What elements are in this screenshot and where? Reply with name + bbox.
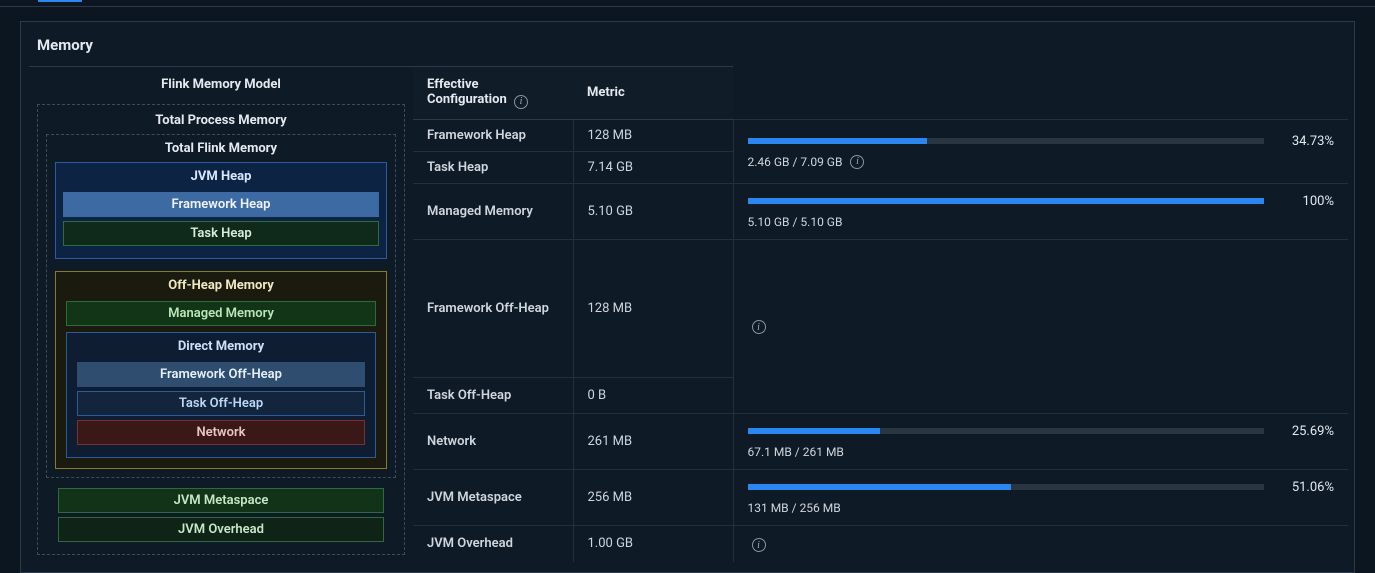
total-process-memory-box: Total Process Memory Total Flink Memory …: [37, 104, 405, 555]
metaspace-label: JVM Metaspace: [413, 469, 573, 525]
task-off-heap-config: 0 B: [573, 377, 733, 413]
model-header: Flink Memory Model: [29, 67, 413, 102]
network-label: Network: [413, 413, 573, 469]
task-heap-config: 7.14 GB: [573, 151, 733, 183]
managed-usage-text: 5.10 GB / 5.10 GB: [748, 215, 1335, 229]
network-usage-text: 67.1 MB / 261 MB: [748, 445, 1335, 459]
tab-indicator: [0, 0, 1375, 7]
panel-title: Memory: [21, 22, 1354, 66]
framework-off-heap-config: 128 MB: [573, 239, 733, 377]
managed-percent: 100%: [1278, 194, 1334, 209]
framework-off-heap-chip: Framework Off-Heap: [77, 362, 365, 387]
jvm-heap-label: JVM Heap: [63, 167, 379, 188]
heap-percent: 34.73%: [1278, 134, 1334, 149]
info-icon[interactable]: i: [752, 538, 766, 552]
network-chip: Network: [77, 420, 365, 445]
config-header: Effective Configuration i: [413, 67, 573, 120]
heap-usage-text: 2.46 GB / 7.09 GB: [748, 155, 843, 169]
info-icon[interactable]: i: [752, 320, 766, 334]
network-percent: 25.69%: [1278, 424, 1334, 439]
framework-heap-chip: Framework Heap: [63, 192, 379, 217]
managed-memory-config: 5.10 GB: [573, 183, 733, 239]
managed-memory-label: Managed Memory: [413, 183, 573, 239]
metaspace-percent: 51.06%: [1278, 480, 1334, 495]
memory-table: Effective Configuration i Metric Framewo…: [413, 66, 1348, 562]
managed-memory-chip: Managed Memory: [66, 301, 376, 326]
task-heap-chip: Task Heap: [63, 221, 379, 246]
jvm-metaspace-chip: JVM Metaspace: [58, 488, 384, 513]
total-flink-memory-box: Total Flink Memory JVM Heap Framework He…: [46, 134, 396, 478]
off-heap-box: Off-Heap Memory Managed Memory Direct Me…: [55, 271, 387, 469]
framework-off-heap-label: Framework Off-Heap: [413, 239, 573, 377]
metric-header: Metric: [573, 67, 733, 120]
info-icon[interactable]: i: [850, 155, 864, 169]
network-config: 261 MB: [573, 413, 733, 469]
direct-memory-box: Direct Memory Framework Off-Heap Task Of…: [66, 332, 376, 458]
direct-memory-label: Direct Memory: [77, 337, 365, 358]
jvm-heap-box: JVM Heap Framework Heap Task Heap: [55, 162, 387, 259]
task-off-heap-label: Task Off-Heap: [413, 377, 573, 413]
metaspace-progress-bar: [748, 484, 1265, 490]
total-flink-memory-label: Total Flink Memory: [55, 139, 387, 162]
metaspace-config: 256 MB: [573, 469, 733, 525]
task-heap-label: Task Heap: [413, 151, 573, 183]
task-off-heap-chip: Task Off-Heap: [77, 391, 365, 416]
heap-progress-bar: [748, 138, 1265, 144]
off-heap-label: Off-Heap Memory: [66, 276, 376, 297]
overhead-label: JVM Overhead: [413, 525, 573, 562]
jvm-overhead-chip: JVM Overhead: [58, 517, 384, 542]
framework-heap-config: 128 MB: [573, 119, 733, 151]
total-process-memory-label: Total Process Memory: [46, 111, 396, 134]
network-progress-bar: [748, 428, 1265, 434]
info-icon[interactable]: i: [514, 95, 528, 109]
managed-progress-bar: [748, 198, 1265, 204]
memory-panel: Memory Flink Memory Model Total Process …: [20, 21, 1355, 573]
framework-heap-label: Framework Heap: [427, 128, 559, 143]
overhead-config: 1.00 GB: [573, 525, 733, 562]
metaspace-usage-text: 131 MB / 256 MB: [748, 501, 1335, 515]
